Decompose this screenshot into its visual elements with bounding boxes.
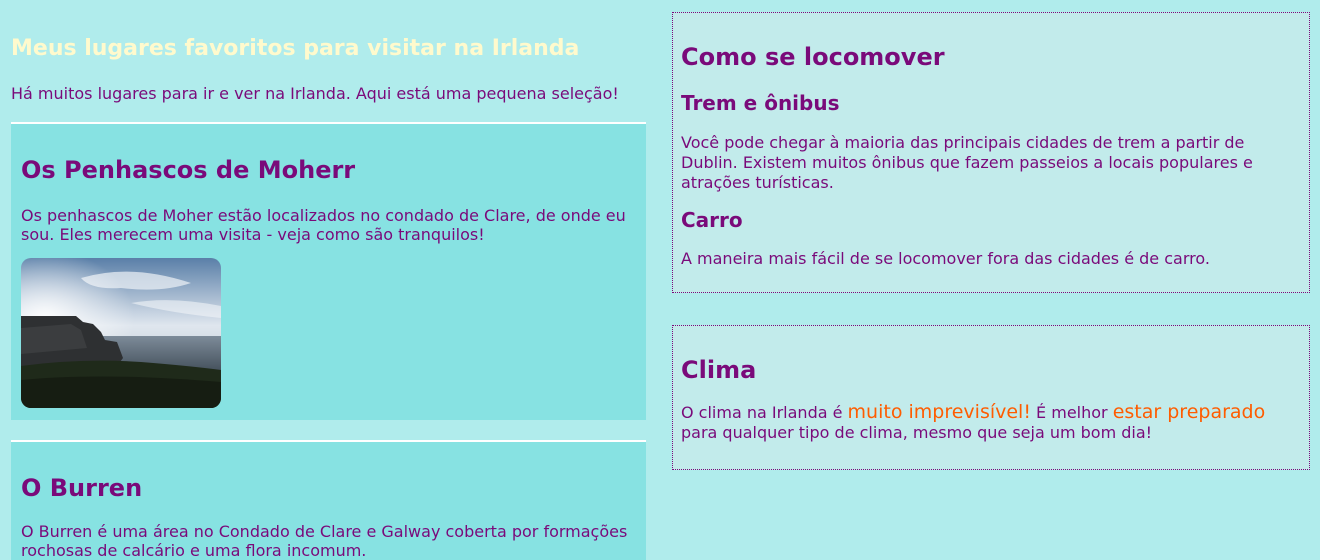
train-bus-text: Você pode chegar à maioria das principai… <box>681 133 1253 192</box>
place-title: O Burren <box>21 474 143 502</box>
place-description: O Burren é uma área no Condado de Clare … <box>21 522 628 560</box>
car-heading: Carro <box>681 208 743 232</box>
car-text: A maneira mais fácil de se locomover for… <box>681 249 1210 268</box>
train-bus-heading: Trem e ônibus <box>681 91 840 115</box>
transport-title: Como se locomover <box>681 43 945 71</box>
cliffs-photo <box>21 258 221 408</box>
weather-text-part: O clima na Irlanda é <box>681 403 848 422</box>
weather-box: Clima O clima na Irlanda é muito imprevi… <box>672 325 1310 470</box>
weather-text-part: para qualquer tipo de clima, mesmo que s… <box>681 423 1153 442</box>
weather-highlight: muito imprevisível! <box>847 401 1031 423</box>
weather-highlight: estar preparado <box>1112 401 1266 423</box>
transport-box: Como se locomover Trem e ônibus Você pod… <box>672 12 1310 293</box>
place-description: Os penhascos de Moher estão localizados … <box>21 206 626 244</box>
place-card-cliffs-of-moher: Os Penhascos de Moherr Os penhascos de M… <box>11 122 646 420</box>
page-title: Meus lugares favoritos para visitar na I… <box>11 36 580 61</box>
place-title: Os Penhascos de Moherr <box>21 156 356 184</box>
weather-text: O clima na Irlanda é muito imprevisível!… <box>681 402 1281 443</box>
place-card-burren: O Burren O Burren é uma área no Condado … <box>11 440 646 560</box>
weather-text-part: É melhor <box>1030 403 1113 422</box>
intro-text: Há muitos lugares para ir e ver na Irlan… <box>11 84 619 103</box>
weather-title: Clima <box>681 356 757 384</box>
